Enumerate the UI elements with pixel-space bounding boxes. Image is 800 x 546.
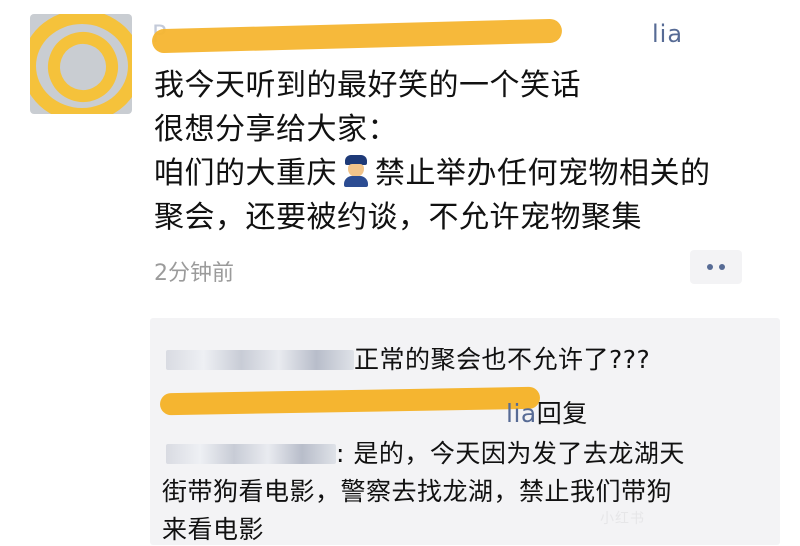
reply-author-suffix: lia xyxy=(506,399,537,428)
post-text-segment: 禁止举办任何宠物相关的 xyxy=(375,156,711,191)
reply-action: 回复 xyxy=(536,399,588,428)
author-name-area[interactable]: P lia xyxy=(151,14,682,54)
post-line: 我今天听到的最好笑的一个笑话 xyxy=(154,68,581,103)
dot-icon xyxy=(707,264,713,270)
comment-text: 正常的聚会也不允许了??? xyxy=(354,345,651,374)
post-line-with-emoji: 咱们的大重庆 禁止举办任何宠物相关的 xyxy=(154,152,774,196)
reply-text-line[interactable]: : 是的，今天因为发了去龙湖天 xyxy=(166,434,685,470)
post-content: 我今天听到的最好笑的一个笑话 很想分享给大家： 咱们的大重庆 禁止举办任何宠物相关… xyxy=(154,64,774,240)
comments-section: 正常的聚会也不允许了??? lia回复 : 是的，今天因为发了去龙湖天 街带狗看… xyxy=(150,318,780,545)
reply-text-line: 来看电影 xyxy=(162,515,265,544)
blurred-username xyxy=(166,444,336,464)
post-text-segment: 咱们的大重庆 xyxy=(154,156,337,191)
reply-header[interactable]: lia回复 xyxy=(166,394,588,430)
police-officer-icon xyxy=(341,155,371,187)
reply-text-line: 街带狗看电影，警察去找龙湖，禁止我们带狗 xyxy=(162,477,673,506)
more-options-button[interactable] xyxy=(690,250,742,284)
post-timestamp: 2分钟前 xyxy=(154,261,234,286)
post-line: 聚会，还要被约谈，不允许宠物聚集 xyxy=(154,200,642,235)
post-line: 很想分享给大家： xyxy=(154,112,398,147)
dot-icon xyxy=(719,264,725,270)
blurred-username xyxy=(166,350,354,370)
blurred-username xyxy=(166,404,506,424)
watermark: 小红书 xyxy=(600,511,645,527)
avatar[interactable] xyxy=(30,14,132,114)
comment[interactable]: 正常的聚会也不允许了??? xyxy=(166,340,650,376)
reply-text: : 是的，今天因为发了去龙湖天 xyxy=(336,439,685,468)
author-name-suffix: lia xyxy=(652,20,684,48)
